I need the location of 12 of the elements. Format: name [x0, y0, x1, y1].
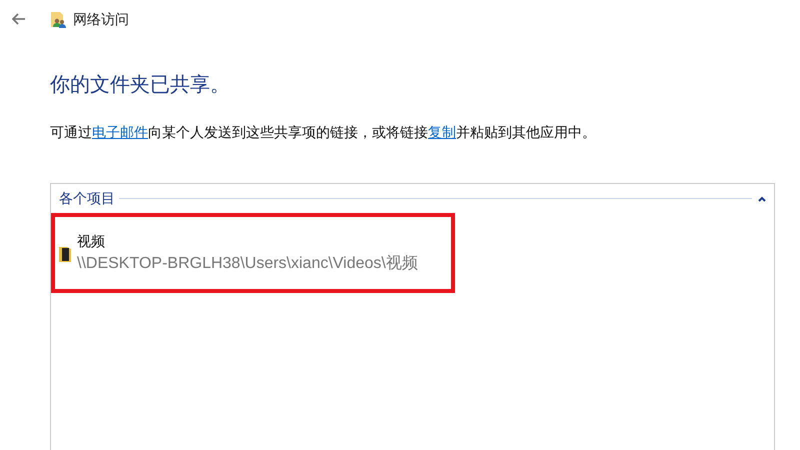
message-link[interactable]: 电子邮件 [92, 124, 148, 140]
share-message: 可通过电子邮件向某个人发送到这些共享项的链接，或将链接复制并粘贴到其他应用中。 [50, 123, 597, 142]
video-folder-icon [59, 244, 71, 262]
page-heading: 你的文件夹已共享。 [50, 73, 231, 98]
window-title: 网络访问 [73, 10, 129, 28]
message-link[interactable]: 复制 [428, 124, 456, 140]
group-title: 各个项目 [59, 189, 115, 208]
shared-item[interactable]: 视频 \\DESKTOP-BRGLH38\Users\xianc\Videos\视频 [51, 213, 455, 293]
item-name: 视频 [77, 232, 106, 250]
shared-folder-icon [50, 10, 67, 28]
item-path: \\DESKTOP-BRGLH38\Users\xianc\Videos\视频 [77, 254, 418, 274]
caret-icon [758, 196, 766, 202]
